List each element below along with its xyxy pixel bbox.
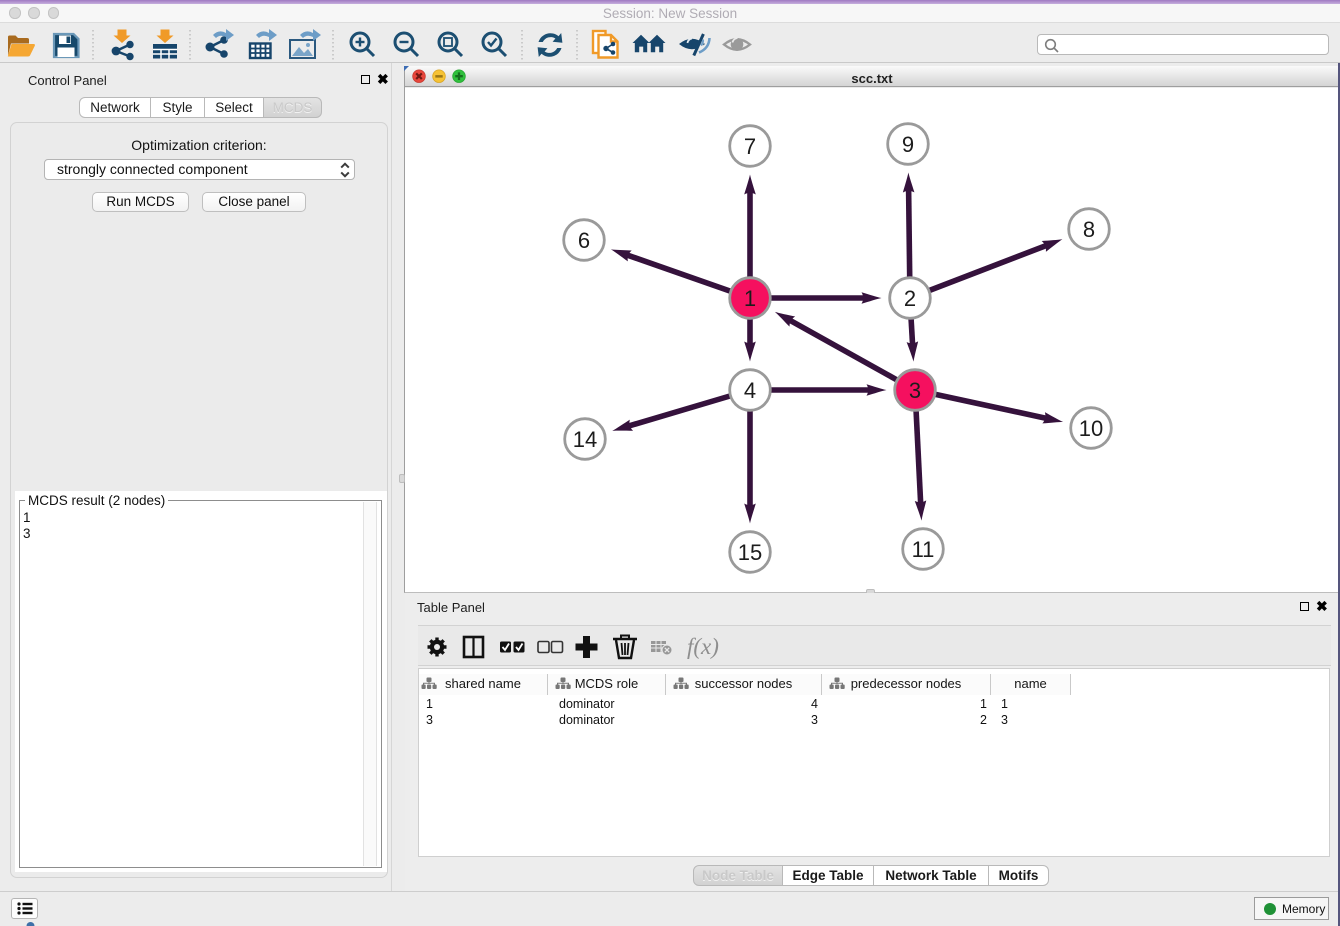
svg-text:10: 10	[1079, 416, 1103, 441]
svg-text:8: 8	[1083, 217, 1095, 242]
svg-text:6: 6	[578, 228, 590, 253]
svg-text:1: 1	[744, 286, 756, 311]
svg-text:4: 4	[744, 378, 756, 403]
svg-text:9: 9	[902, 132, 914, 157]
svg-text:7: 7	[744, 134, 756, 159]
svg-text:f(x): f(x)	[687, 634, 719, 659]
svg-text:14: 14	[573, 427, 597, 452]
svg-text:3: 3	[909, 378, 921, 403]
svg-text:2: 2	[904, 286, 916, 311]
svg-text:15: 15	[738, 540, 762, 565]
svg-text:11: 11	[912, 537, 935, 562]
